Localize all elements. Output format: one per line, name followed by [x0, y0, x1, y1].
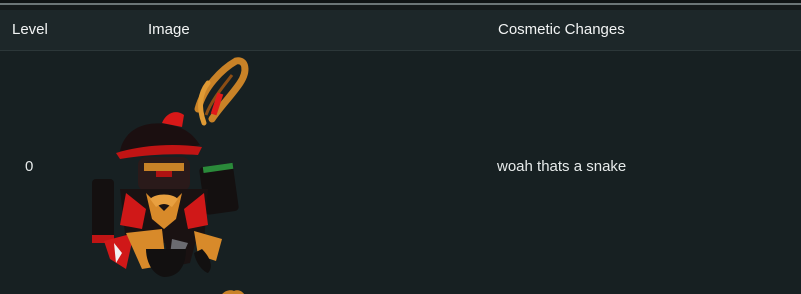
table-row: 0 woah thats a snake: [0, 51, 801, 284]
next-table-row: [0, 283, 801, 294]
next-row-image-icon: [216, 285, 248, 294]
column-header-image: Image: [148, 21, 190, 38]
avatar-character-icon: [86, 53, 256, 279]
column-header-cosmetic-changes: Cosmetic Changes: [498, 21, 625, 38]
cosmetics-table: Level Image Cosmetic Changes 0 woah that…: [0, 10, 801, 294]
table-header-row: Level Image Cosmetic Changes: [0, 10, 801, 51]
page: Level Image Cosmetic Changes 0 woah that…: [0, 0, 801, 294]
column-header-level: Level: [12, 21, 48, 38]
level-cell: 0: [25, 158, 34, 175]
cosmetic-changes-cell: woah thats a snake: [497, 158, 627, 175]
top-divider: [0, 0, 801, 5]
